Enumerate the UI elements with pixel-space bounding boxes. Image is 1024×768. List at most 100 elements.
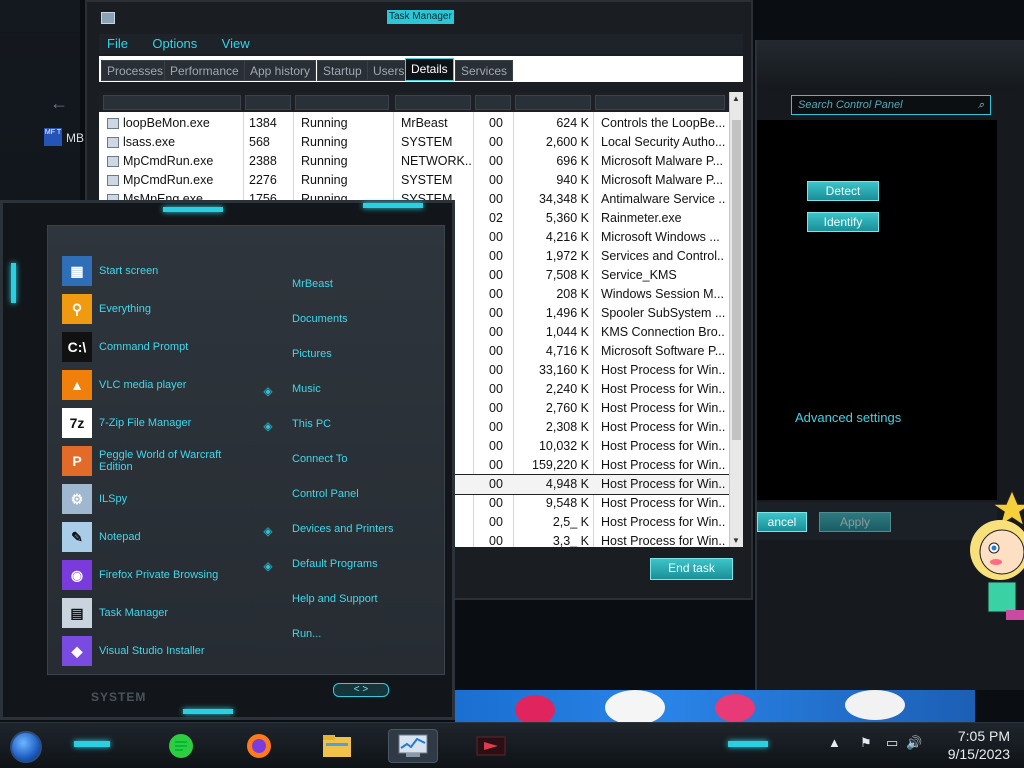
column-header-description[interactable]: [595, 95, 725, 110]
start-place-item[interactable]: This PC: [292, 418, 331, 430]
advanced-settings-link[interactable]: Advanced settings: [795, 410, 901, 425]
process-icon: [107, 174, 119, 186]
app-shortcut-label[interactable]: MB: [66, 131, 84, 145]
process-description: Microsoft Malware P...: [601, 173, 724, 187]
start-app-item[interactable]: ▤ Task Manager: [62, 596, 239, 630]
process-memory: 2,308 K: [545, 420, 589, 434]
table-row[interactable]: lsass.exe 568 Running SYSTEM 00 2,600 K Local …: [99, 133, 729, 152]
start-app-item[interactable]: ✎ Notepad: [62, 520, 239, 554]
start-place-item[interactable]: Documents: [292, 313, 348, 325]
7zip-icon: 7z: [62, 408, 92, 438]
search-icon: ⌕: [977, 99, 984, 111]
volume-icon[interactable]: 🔊: [906, 735, 922, 751]
start-place-item[interactable]: Pictures: [292, 348, 332, 360]
task-manager-taskbar-icon[interactable]: [388, 729, 438, 763]
column-header-user[interactable]: [395, 95, 471, 110]
start-app-item[interactable]: ⚲ Everything: [62, 292, 239, 326]
process-cpu: 00: [489, 135, 503, 149]
scroll-down-icon[interactable]: ▼: [732, 536, 740, 545]
tab-startup[interactable]: Startup: [317, 60, 368, 81]
column-header-memory[interactable]: [515, 95, 591, 110]
process-user: MrBeast: [401, 116, 448, 130]
process-pid: 568: [249, 135, 270, 149]
start-app-item[interactable]: C:\ Command Prompt: [62, 330, 239, 364]
process-description: Host Process for Win...: [601, 534, 725, 547]
notes-app-icon[interactable]: [156, 729, 206, 763]
process-memory: 7,508 K: [545, 268, 589, 282]
apply-button[interactable]: Apply: [819, 512, 891, 532]
process-memory: 208 K: [556, 287, 589, 301]
process-cpu: 00: [489, 268, 503, 282]
start-app-item[interactable]: ▦ Start screen: [62, 254, 239, 288]
submenu-arrow-icon[interactable]: ◈: [262, 525, 274, 537]
table-header: [99, 92, 729, 112]
media-app-icon[interactable]: [466, 729, 516, 763]
start-place-item[interactable]: Run...: [292, 628, 321, 640]
menu-options[interactable]: Options: [152, 34, 197, 54]
start-app-item[interactable]: ◆ Visual Studio Installer: [62, 634, 239, 668]
process-icon: [107, 117, 119, 129]
network-icon[interactable]: ▭: [886, 735, 898, 751]
tab-details[interactable]: Details: [405, 58, 454, 81]
cancel-button[interactable]: ancel: [757, 512, 807, 532]
start-place-item[interactable]: Control Panel: [292, 488, 359, 500]
start-app-label: Visual Studio Installer: [99, 645, 205, 657]
end-task-button[interactable]: End task: [650, 558, 733, 580]
start-app-label: Peggle World of Warcraft Edition: [99, 449, 222, 473]
process-cpu: 00: [489, 192, 503, 206]
scroll-up-icon[interactable]: ▲: [732, 94, 740, 103]
process-description: Service_KMS: [601, 268, 677, 282]
identify-button[interactable]: Identify: [807, 212, 879, 232]
process-name: lsass.exe: [107, 135, 241, 149]
column-header-cpu[interactable]: [475, 95, 511, 110]
tab-users[interactable]: Users: [367, 60, 411, 81]
start-place-item[interactable]: Devices and Printers: [292, 523, 394, 535]
app-shortcut-icon[interactable]: MF T: [44, 128, 62, 146]
task-manager-icon: [101, 12, 115, 24]
start-app-item[interactable]: P Peggle World of Warcraft Edition: [62, 444, 239, 478]
start-app-item[interactable]: 7z 7-Zip File Manager: [62, 406, 239, 440]
process-user: SYSTEM: [401, 173, 453, 187]
start-app-label: Firefox Private Browsing: [99, 569, 219, 581]
menu-view[interactable]: View: [222, 34, 250, 54]
search-input[interactable]: Search Control Panel ⌕: [791, 95, 991, 115]
column-header-pid[interactable]: [245, 95, 291, 110]
column-header-status[interactable]: [295, 95, 389, 110]
tab-services[interactable]: Services: [455, 60, 514, 81]
start-place-item[interactable]: Default Programs: [292, 558, 378, 570]
menu-file[interactable]: File: [107, 34, 128, 54]
table-row[interactable]: loopBeMon.exe 1384 Running MrBeast 00 624 K Co…: [99, 114, 729, 133]
tab-app-history[interactable]: App history: [244, 60, 317, 81]
column-header-name[interactable]: [103, 95, 241, 110]
process-name: MpCmdRun.exe: [107, 173, 241, 187]
process-user: SYSTEM: [401, 135, 453, 149]
table-row[interactable]: MpCmdRun.exe 2388 Running NETWORK... 00 696 K…: [99, 152, 729, 171]
file-explorer-icon[interactable]: [312, 729, 362, 763]
start-orb-icon[interactable]: [10, 731, 42, 763]
back-arrow-icon[interactable]: ←: [50, 93, 68, 114]
start-app-item[interactable]: ⚙ ILSpy: [62, 482, 239, 516]
start-place-item[interactable]: Music: [292, 383, 321, 395]
tray-app-icon[interactable]: ▲: [828, 735, 841, 750]
clock[interactable]: 7:05 PM 9/15/2023: [948, 727, 1010, 763]
tab-processes[interactable]: Processes: [101, 60, 170, 81]
firefox-icon[interactable]: [234, 729, 284, 763]
submenu-arrow-icon[interactable]: ◈: [262, 420, 274, 432]
submenu-arrow-icon[interactable]: ◈: [262, 385, 274, 397]
tab-performance[interactable]: Performance: [164, 60, 245, 81]
detect-button[interactable]: Detect: [807, 181, 879, 201]
start-place-item[interactable]: Help and Support: [292, 593, 378, 605]
start-screen-icon: ▦: [62, 256, 92, 286]
start-place-item[interactable]: Connect To: [292, 453, 347, 465]
process-memory: 1,496 K: [545, 306, 589, 320]
vertical-scrollbar[interactable]: ▲ ▼: [729, 92, 743, 547]
table-row[interactable]: MpCmdRun.exe 2276 Running SYSTEM 00 940 K Micr…: [99, 171, 729, 190]
submenu-arrow-icon[interactable]: ◈: [262, 560, 274, 572]
start-place-item[interactable]: MrBeast: [292, 278, 333, 290]
scroll-thumb[interactable]: [732, 120, 741, 440]
start-nav-arrows[interactable]: < >: [333, 683, 389, 697]
flag-icon[interactable]: ⚑: [860, 735, 872, 751]
start-app-item[interactable]: ◉ Firefox Private Browsing: [62, 558, 239, 592]
start-app-item[interactable]: ▲ VLC media player: [62, 368, 239, 402]
taskbar: ▲ ⚑ ▭ 🔊 7:05 PM 9/15/2023: [0, 722, 1024, 768]
